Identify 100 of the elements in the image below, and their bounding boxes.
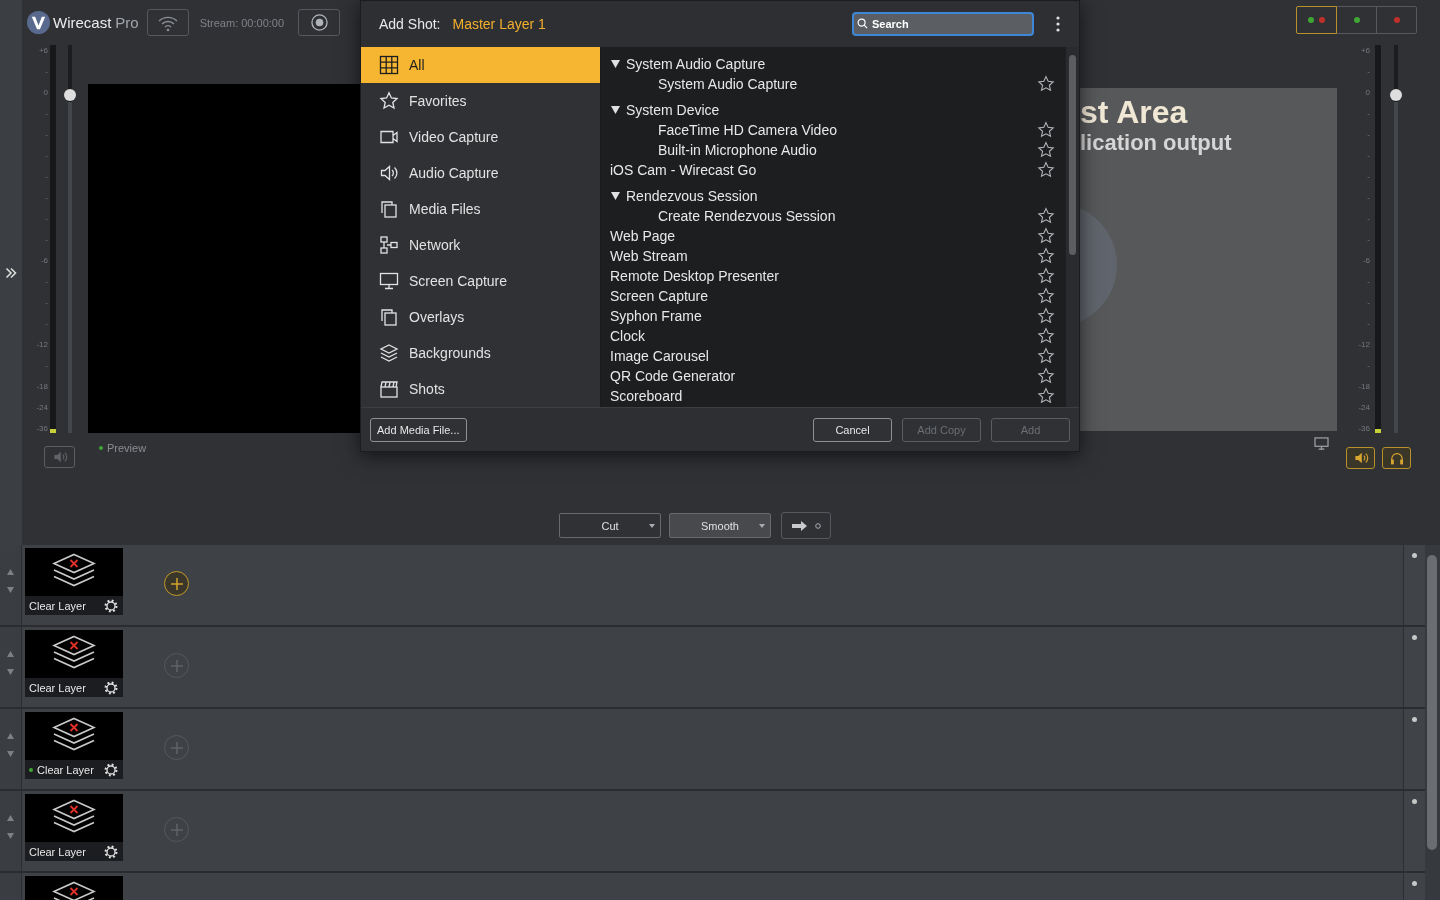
source-group[interactable]: System Audio Capture — [601, 54, 1066, 74]
layer-thumbnail[interactable] — [25, 876, 123, 900]
status-button[interactable] — [1296, 6, 1337, 34]
move-up-icon[interactable] — [7, 815, 14, 821]
star-icon[interactable] — [1037, 207, 1055, 225]
category-item[interactable]: Audio Capture — [361, 155, 600, 191]
source-item[interactable]: Built-in Microphone Audio — [601, 140, 1066, 160]
scrollbar-thumb[interactable] — [1069, 55, 1076, 255]
source-item[interactable]: Image Carousel — [601, 346, 1066, 366]
star-icon[interactable] — [1037, 327, 1055, 345]
caret-icon — [649, 524, 655, 528]
double-chevron-icon[interactable] — [5, 266, 17, 279]
category-item[interactable]: Overlays — [361, 299, 600, 335]
add-shot-button[interactable] — [164, 571, 189, 596]
dialog-button[interactable]: Add Media File... — [370, 417, 467, 442]
scale-label: - — [44, 108, 48, 120]
layer-thumbnail[interactable]: Clear Layer — [25, 794, 123, 861]
move-down-icon[interactable] — [7, 669, 14, 675]
star-icon[interactable] — [1037, 287, 1055, 305]
category-item[interactable]: All — [361, 47, 600, 83]
disclosure-triangle-icon[interactable] — [611, 106, 620, 114]
move-down-icon[interactable] — [7, 751, 14, 757]
search-field[interactable]: Search — [852, 12, 1034, 36]
star-icon[interactable] — [1037, 161, 1055, 179]
monitor-icon — [379, 271, 399, 291]
scrollbar[interactable] — [1425, 545, 1440, 900]
star-icon[interactable] — [1037, 75, 1055, 93]
gear-icon[interactable] — [104, 762, 118, 777]
source-group[interactable]: Rendezvous Session — [601, 186, 1066, 206]
source-item[interactable]: Create Rendezvous Session — [601, 206, 1066, 226]
plus-icon — [170, 659, 183, 672]
take-button[interactable] — [781, 512, 831, 539]
record-icon — [310, 14, 328, 31]
source-item[interactable]: Screen Capture — [601, 286, 1066, 306]
record-button[interactable] — [298, 9, 341, 36]
star-icon[interactable] — [1037, 307, 1055, 325]
source-item[interactable]: FaceTime HD Camera Video — [601, 120, 1066, 140]
category-item[interactable]: Media Files — [361, 191, 600, 227]
source-item[interactable]: Clock — [601, 326, 1066, 346]
dialog-title: Add Shot: — [379, 16, 441, 32]
scrollbar-thumb[interactable] — [1427, 555, 1437, 850]
layer-thumbnail[interactable]: Clear Layer — [25, 712, 123, 779]
source-item[interactable]: Web Stream — [601, 246, 1066, 266]
source-item[interactable]: System Audio Capture — [601, 74, 1066, 94]
category-item[interactable]: Shots — [361, 371, 600, 407]
category-item[interactable]: Screen Capture — [361, 263, 600, 299]
star-icon[interactable] — [1037, 141, 1055, 159]
gear-icon[interactable] — [104, 844, 118, 859]
source-item[interactable]: Syphon Frame — [601, 306, 1066, 326]
move-up-icon[interactable] — [7, 569, 14, 575]
category-item[interactable]: Video Capture — [361, 119, 600, 155]
category-item[interactable]: Backgrounds — [361, 335, 600, 371]
stream-button[interactable] — [146, 9, 189, 36]
headphones-icon — [1388, 450, 1405, 466]
category-item[interactable]: Favorites — [361, 83, 600, 119]
volume-slider-knob[interactable] — [64, 89, 76, 102]
star-icon[interactable] — [1037, 387, 1055, 405]
source-item[interactable]: Scoreboard — [601, 386, 1066, 406]
transition-dropdown[interactable]: Smooth — [669, 513, 771, 538]
move-up-icon[interactable] — [7, 651, 14, 657]
layer-name: Master Layer 1 — [452, 16, 546, 32]
transition-dropdown[interactable]: Cut — [559, 513, 661, 538]
layer-thumbnail[interactable]: Clear Layer — [25, 630, 123, 697]
scale-label: - — [1366, 171, 1370, 183]
scale-label: - — [44, 360, 48, 372]
source-group[interactable]: System Device — [601, 100, 1066, 120]
source-item[interactable]: QR Code Generator — [601, 366, 1066, 386]
star-icon[interactable] — [1037, 227, 1055, 245]
disclosure-triangle-icon[interactable] — [611, 60, 620, 68]
scale-label: - — [44, 213, 48, 225]
layer-thumbnail[interactable]: Clear Layer — [25, 548, 123, 615]
move-down-icon[interactable] — [7, 833, 14, 839]
speaker-icon — [51, 449, 68, 465]
gear-icon[interactable] — [104, 680, 118, 695]
star-icon[interactable] — [1037, 247, 1055, 265]
source-item[interactable]: Web Page — [601, 226, 1066, 246]
scrollbar[interactable] — [1066, 47, 1079, 407]
speaker-button[interactable] — [1346, 447, 1375, 469]
monitor-icon[interactable] — [1314, 437, 1329, 450]
category-item[interactable]: Network — [361, 227, 600, 263]
star-icon[interactable] — [1037, 347, 1055, 365]
star-icon[interactable] — [1037, 267, 1055, 285]
status-button[interactable] — [1336, 6, 1377, 34]
grid-icon — [379, 55, 399, 75]
dialog-button[interactable]: Cancel — [813, 417, 892, 442]
menu-icon[interactable] — [1056, 16, 1060, 32]
gear-icon[interactable] — [104, 598, 118, 613]
volume-slider-knob[interactable] — [1390, 89, 1402, 102]
scale-label: - — [1366, 108, 1370, 120]
star-icon[interactable] — [1037, 367, 1055, 385]
scale-label: - — [1366, 129, 1370, 141]
clapperboard-icon — [379, 379, 399, 399]
source-item[interactable]: Remote Desktop Presenter — [601, 266, 1066, 286]
move-up-icon[interactable] — [7, 733, 14, 739]
dot-icon — [1412, 553, 1417, 558]
disclosure-triangle-icon[interactable] — [611, 192, 620, 200]
source-item[interactable]: iOS Cam - Wirecast Go — [601, 160, 1066, 180]
move-down-icon[interactable] — [7, 587, 14, 593]
star-icon[interactable] — [1037, 121, 1055, 139]
headphones-button[interactable] — [1382, 447, 1411, 469]
